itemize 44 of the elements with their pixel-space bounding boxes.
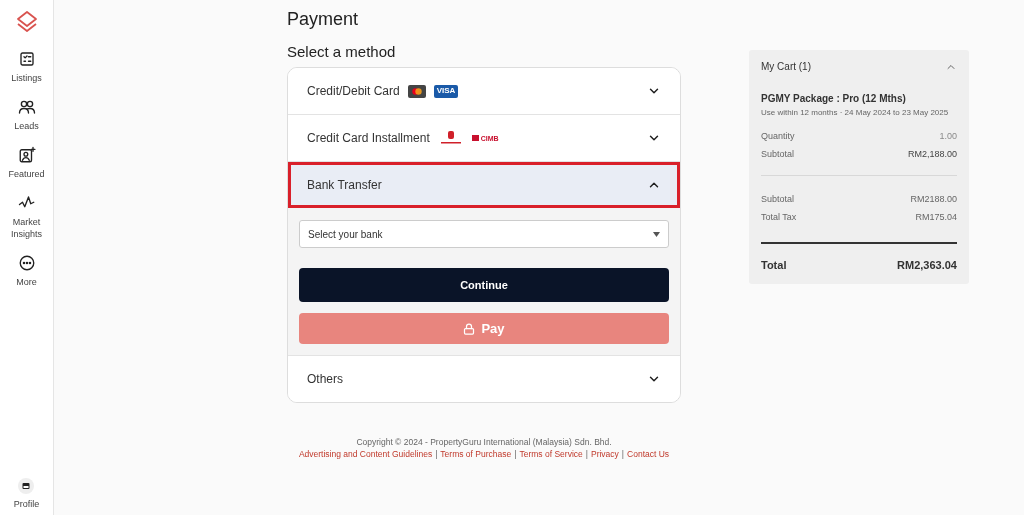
link-separator: | [621,448,625,460]
checklist-icon [17,50,36,68]
visa-logo: VISA [433,84,459,98]
footer-link[interactable]: Advertising and Content Guidelines [298,448,433,460]
profile-item[interactable]: Profile [13,477,40,511]
row-value: RM2,188.00 [907,147,957,161]
sidebar-item[interactable]: Featured [0,146,53,180]
footer-link[interactable]: Terms of Purchase [440,448,512,460]
profile-icon [18,477,35,494]
featured-profile-icon [17,146,36,164]
row-value: 1.00 [939,130,957,143]
link-separator: | [585,448,588,460]
item-name: PGMY Package : Pro (12 Mths) [761,92,907,106]
total-value: RM2,363.04 [897,258,957,273]
method-header[interactable]: Bank Transfer [288,162,680,208]
sidebar-item[interactable]: More [0,254,53,288]
row-value: RM175.04 [915,210,957,224]
cart-title: My Cart (1) [761,60,811,74]
total-label: Total [761,258,787,273]
card-logo-icon [407,84,426,98]
sidebar-item[interactable]: Leads [0,98,53,132]
logo-icon [14,10,39,34]
row-label: Subtotal [761,193,795,206]
row-label: Subtotal [761,147,795,161]
bank-select[interactable]: Select your bank [299,220,669,248]
row-value: RM2188.00 [910,193,957,206]
dropdown-caret-icon [653,231,660,237]
link-separator: | [435,448,438,460]
people-icon [17,98,36,116]
page-title: Payment [287,8,360,30]
continue-button[interactable]: Continue [299,268,669,302]
row-label: Quantity [761,130,795,143]
sidebar-item[interactable]: Market Insights [0,194,53,240]
lock-icon [463,322,476,335]
item-validity: Use within 12 months · 24 May 2024 to 23 May 2025 [761,108,950,118]
sidebar-item[interactable]: Listings [0,50,53,84]
more-icon [17,254,36,272]
footer-link[interactable]: Privacy [590,448,619,460]
copyright-text: Copyright © 2024 - PropertyGuru International (Malaysia) Sdn. Bhd. [356,436,612,448]
footer-link[interactable]: Terms of Service [519,448,583,460]
footer-link[interactable]: Contact Us [627,448,670,460]
link-separator: | [514,448,517,460]
row-label: Total Tax [761,210,797,224]
section-title: Select a method [287,43,397,61]
